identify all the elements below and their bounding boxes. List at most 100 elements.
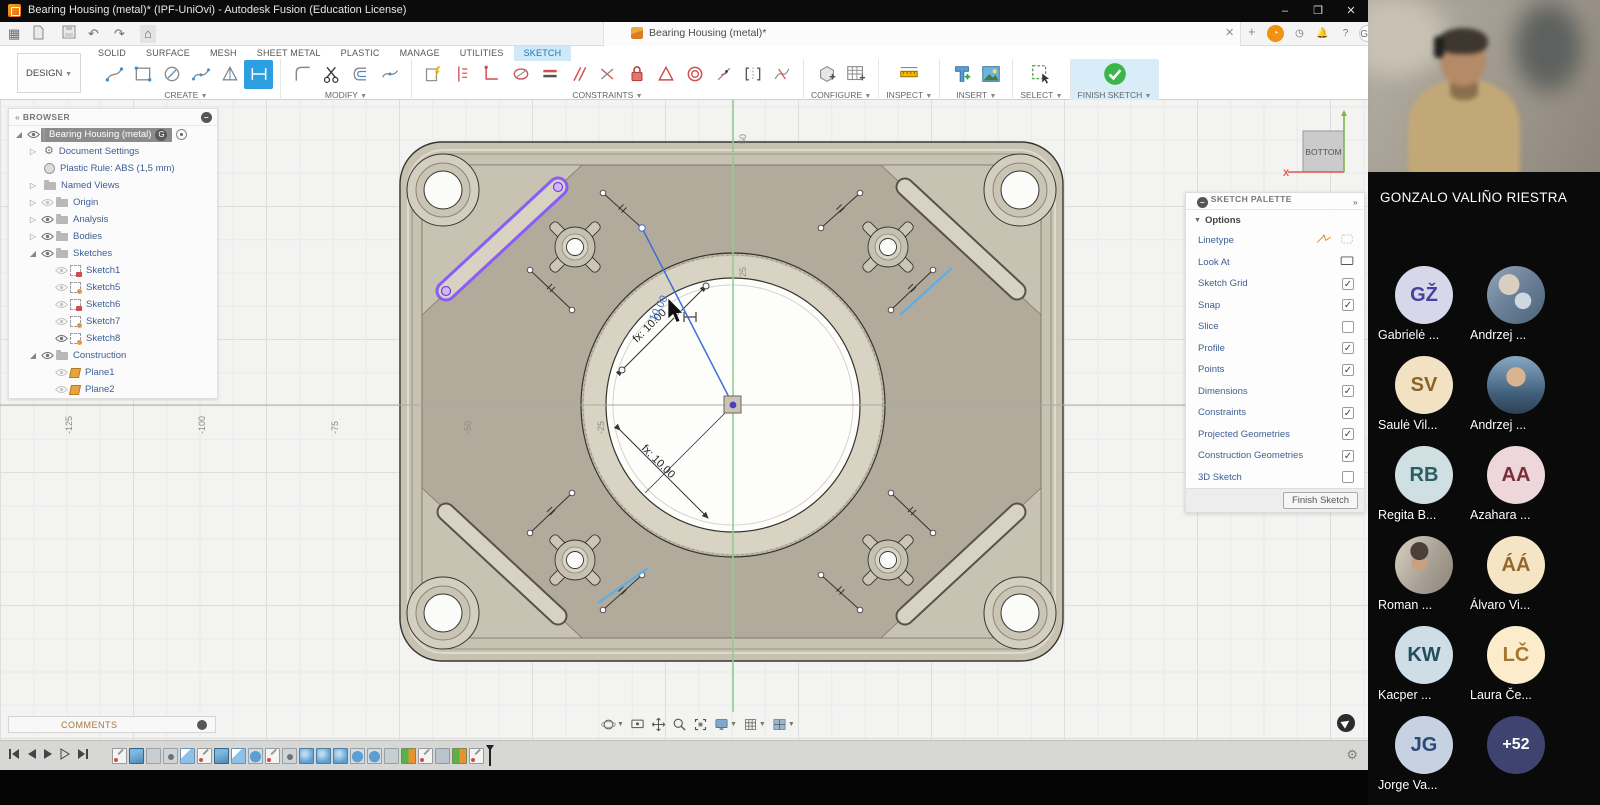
checkbox-checked[interactable]: ✓ bbox=[1342, 407, 1354, 419]
browser-row-plane2[interactable]: Plane2 bbox=[9, 381, 217, 398]
participant-tile[interactable]: SVSaulė Vil... bbox=[1376, 356, 1472, 442]
browser-row-bodies[interactable]: ▷Bodies bbox=[9, 228, 217, 245]
minimize-button[interactable]: – bbox=[1270, 0, 1300, 22]
checkbox-checked[interactable]: ✓ bbox=[1342, 428, 1354, 440]
select-tool-icon[interactable] bbox=[1027, 60, 1056, 89]
visibility-eye-icon[interactable] bbox=[53, 266, 69, 275]
toolbar-group-label[interactable]: SELECT ▼ bbox=[1020, 90, 1062, 100]
timeline-feature-fillet-icon[interactable] bbox=[231, 748, 246, 764]
timeline-feature-sphere-icon[interactable] bbox=[316, 748, 331, 764]
participant-tile[interactable]: KWKacper ... bbox=[1376, 626, 1472, 712]
parallel-constraint-icon[interactable] bbox=[564, 60, 593, 89]
timeline-feature-sphere-icon[interactable] bbox=[299, 748, 314, 764]
grid-settings-icon[interactable]: ▼ bbox=[743, 717, 766, 732]
timeline-feature-box-gray-icon[interactable] bbox=[384, 748, 399, 764]
origin-point[interactable] bbox=[724, 396, 741, 413]
perpendicular-constraint-icon[interactable] bbox=[593, 60, 622, 89]
orbit-icon[interactable]: ▼ bbox=[601, 717, 624, 732]
browser-row-bearing-housing-metal-[interactable]: ◢Bearing Housing (metal)G bbox=[9, 126, 217, 143]
save-icon[interactable] bbox=[62, 25, 76, 43]
expander-icon[interactable]: ▷ bbox=[27, 232, 39, 241]
browser-row-named-views[interactable]: ▷Named Views bbox=[9, 177, 217, 194]
timeline-feature-appearance-icon[interactable] bbox=[401, 748, 416, 764]
toolbar-group-label[interactable]: CONSTRAINTS ▼ bbox=[572, 90, 642, 100]
expander-icon[interactable]: ▷ bbox=[27, 147, 39, 156]
break-tool-icon[interactable] bbox=[375, 60, 404, 89]
horizontal-constraint-icon[interactable] bbox=[535, 60, 564, 89]
measure-tool-icon[interactable] bbox=[895, 60, 924, 89]
job-status-icon[interactable]: ◔ bbox=[1267, 25, 1284, 42]
mirror-tool-icon[interactable] bbox=[448, 60, 477, 89]
participant-tile[interactable]: AAAzahara ... bbox=[1468, 446, 1564, 532]
visibility-eye-icon[interactable] bbox=[53, 368, 69, 377]
help-icon[interactable]: ? bbox=[1337, 25, 1354, 42]
fillet-tool-icon[interactable] bbox=[288, 60, 317, 89]
timeline-feature-sketch-icon[interactable] bbox=[265, 748, 280, 764]
viewports-icon[interactable]: ▼ bbox=[772, 717, 795, 732]
skip-to-end-icon[interactable] bbox=[77, 748, 89, 760]
design-workspace-dropdown[interactable]: DESIGN ▼ bbox=[17, 53, 81, 93]
linetype-normal-icon[interactable] bbox=[1316, 233, 1332, 248]
toolbar-group-label[interactable]: FINISH SKETCH ▼ bbox=[1078, 90, 1152, 100]
timeline-feature-extrude-icon[interactable] bbox=[214, 748, 229, 764]
offset-tool-icon[interactable] bbox=[346, 60, 375, 89]
timeline-feature-revolve-icon[interactable] bbox=[367, 748, 382, 764]
browser-row-sketch8[interactable]: Sketch8 bbox=[9, 330, 217, 347]
timeline-position-marker[interactable] bbox=[489, 746, 491, 766]
palette-close-icon[interactable]: – bbox=[1197, 197, 1208, 208]
timeline-feature-box-gray-icon[interactable] bbox=[146, 748, 161, 764]
collinear-constraint-icon[interactable] bbox=[709, 60, 738, 89]
line-tool-icon[interactable] bbox=[99, 60, 128, 89]
participant-tile[interactable]: Roman ... bbox=[1376, 536, 1472, 622]
timeline-feature-sketch-icon[interactable] bbox=[418, 748, 433, 764]
visibility-eye-icon[interactable] bbox=[53, 300, 69, 309]
participant-tile[interactable]: GŽGabrielė ... bbox=[1376, 266, 1472, 352]
checkbox-checked[interactable]: ✓ bbox=[1342, 278, 1354, 290]
participant-tile[interactable]: JGJorge Va... bbox=[1376, 716, 1472, 802]
participant-tile[interactable]: Andrzej ... bbox=[1468, 266, 1564, 352]
browser-row-sketch1[interactable]: Sketch1 bbox=[9, 262, 217, 279]
browser-header[interactable]: « BROWSER – bbox=[9, 109, 217, 126]
look-at-icon[interactable] bbox=[1340, 255, 1354, 270]
zoom-icon[interactable] bbox=[672, 717, 687, 732]
browser-row-origin[interactable]: ▷Origin bbox=[9, 194, 217, 211]
checkbox-checked[interactable]: ✓ bbox=[1342, 299, 1354, 311]
spline-tool-icon[interactable] bbox=[186, 60, 215, 89]
polygon-tool-icon[interactable] bbox=[215, 60, 244, 89]
new-tab-icon[interactable]: + bbox=[1248, 24, 1256, 39]
comments-bar[interactable]: COMMENTS bbox=[8, 716, 216, 733]
timeline-feature-fillet-icon[interactable] bbox=[180, 748, 195, 764]
visibility-eye-icon[interactable] bbox=[39, 351, 55, 360]
sketch-pattern-tool-icon[interactable] bbox=[419, 60, 448, 89]
browser-row-analysis[interactable]: ▷Analysis bbox=[9, 211, 217, 228]
participant-tile[interactable]: Andrzej ... bbox=[1468, 356, 1564, 442]
visibility-eye-icon[interactable] bbox=[25, 130, 41, 139]
timeline-feature-revolve-icon[interactable] bbox=[248, 748, 263, 764]
palette-options-section[interactable]: ▼Options bbox=[1186, 210, 1364, 230]
config-table-tool-icon[interactable] bbox=[841, 60, 870, 89]
speaker-video[interactable] bbox=[1368, 0, 1600, 172]
finish-sketch-check-icon[interactable] bbox=[1100, 60, 1129, 89]
canvas-image-tool-icon[interactable] bbox=[976, 60, 1005, 89]
visibility-eye-icon[interactable] bbox=[53, 317, 69, 326]
app-grid-icon[interactable]: ▦ bbox=[8, 25, 20, 43]
home-icon[interactable]: ⌂ bbox=[140, 25, 156, 43]
comments-target-icon[interactable] bbox=[197, 720, 207, 730]
expander-icon[interactable]: ▷ bbox=[27, 215, 39, 224]
browser-row-document-settings[interactable]: ▷⚙Document Settings bbox=[9, 143, 217, 160]
visibility-eye-icon[interactable] bbox=[53, 385, 69, 394]
polygon-constraint-icon[interactable] bbox=[651, 60, 680, 89]
visibility-eye-icon[interactable] bbox=[39, 198, 55, 207]
toolbar-group-label[interactable]: INSPECT ▼ bbox=[886, 90, 932, 100]
browser-row-sketches[interactable]: ◢Sketches bbox=[9, 245, 217, 262]
toolbar-group-label[interactable]: MODIFY ▼ bbox=[325, 90, 367, 100]
checkbox-unchecked[interactable] bbox=[1342, 321, 1354, 333]
browser-row-construction[interactable]: ◢Construction bbox=[9, 347, 217, 364]
browser-row-plastic-rule-abs-1-5-mm-[interactable]: Plastic Rule: ABS (1,5 mm) bbox=[9, 160, 217, 177]
linetype-construction-icon[interactable] bbox=[1340, 233, 1354, 248]
symmetry-constraint-icon[interactable] bbox=[738, 60, 767, 89]
dimension-tool-icon[interactable] bbox=[244, 60, 273, 89]
participant-tile[interactable]: RBRegita B... bbox=[1376, 446, 1472, 532]
pan-icon[interactable] bbox=[651, 717, 666, 732]
view-cube[interactable]: BOTTOM X bbox=[1283, 110, 1347, 178]
